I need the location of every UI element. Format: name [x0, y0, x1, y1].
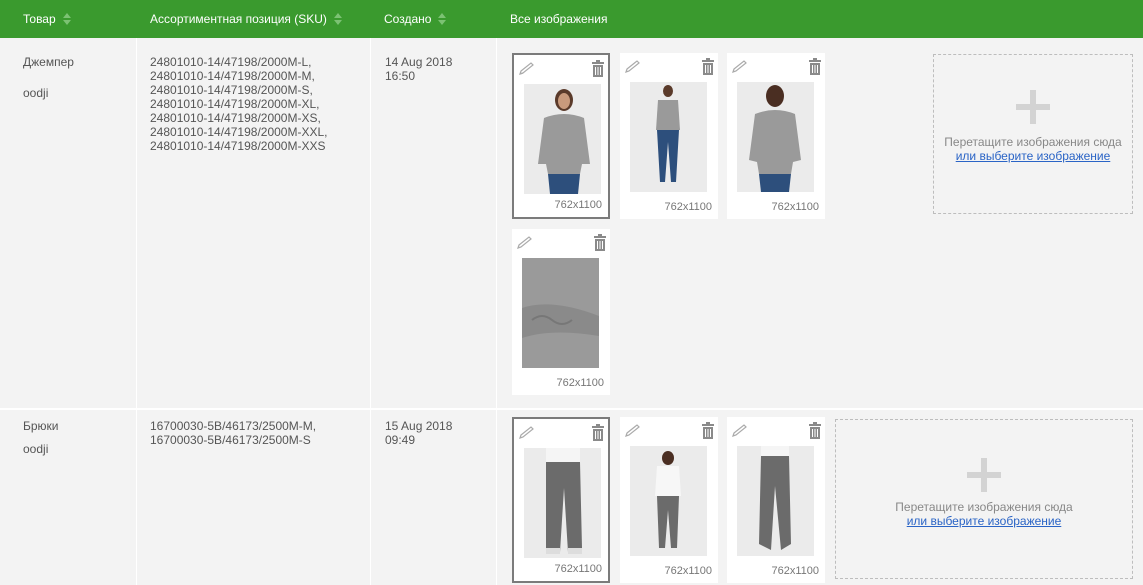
- image-dropzone[interactable]: Перетащите изображения сюда или выберите…: [933, 54, 1133, 214]
- plus-icon: [1016, 90, 1050, 124]
- plus-icon: [967, 458, 1001, 492]
- sku-item: 16700030-5B/46173/2500M-S: [150, 433, 311, 447]
- trash-icon[interactable]: [809, 58, 821, 75]
- created-time: 16:50: [385, 69, 416, 83]
- trash-icon[interactable]: [592, 60, 604, 77]
- image-card[interactable]: 762x1100: [512, 53, 610, 219]
- pencil-icon[interactable]: [518, 426, 538, 440]
- sku-item: 24801010-14/47198/2000M-XS,: [150, 111, 321, 125]
- sku-list: 24801010-14/47198/2000M-L, 24801010-14/4…: [150, 55, 327, 153]
- sku-item: 24801010-14/47198/2000M-S,: [150, 83, 313, 97]
- image-dimensions: 762x1100: [554, 199, 602, 211]
- column-header-sku[interactable]: Ассортиментная позиция (SKU): [150, 0, 342, 38]
- column-header-product-label: Товар: [23, 12, 56, 26]
- dropzone-text: Перетащите изображения сюда: [944, 135, 1122, 149]
- product-photo-joggers-side: [737, 446, 814, 556]
- table-row: Джемпер oodji 24801010-14/47198/2000M-L,…: [0, 38, 1143, 408]
- pencil-icon[interactable]: [731, 424, 751, 438]
- sku-item: 24801010-14/47198/2000M-M,: [150, 69, 315, 83]
- column-header-created-label: Создано: [384, 12, 432, 26]
- product-photo-jumper-front: [524, 84, 601, 194]
- pencil-icon[interactable]: [516, 236, 536, 250]
- product-photo-joggers-full: [630, 446, 707, 556]
- product-name: Джемпер: [23, 55, 74, 69]
- product-photo-joggers-front: [524, 448, 601, 558]
- sort-icon[interactable]: [333, 12, 342, 26]
- dropzone-select-link[interactable]: или выберите изображение: [956, 149, 1111, 163]
- pencil-icon[interactable]: [624, 424, 644, 438]
- image-dimensions: 762x1100: [664, 201, 712, 213]
- created-cell: 15 Aug 2018 09:49: [385, 419, 452, 447]
- sku-item: 24801010-14/47198/2000M-XXS: [150, 139, 326, 153]
- image-dropzone[interactable]: Перетащите изображения сюда или выберите…: [835, 419, 1133, 579]
- pencil-icon[interactable]: [624, 60, 644, 74]
- sku-list: 16700030-5B/46173/2500M-M, 16700030-5B/4…: [150, 419, 316, 447]
- trash-icon[interactable]: [594, 234, 606, 251]
- product-photo-fabric-detail: [522, 258, 599, 368]
- sku-item: 24801010-14/47198/2000M-XL,: [150, 97, 320, 111]
- sku-item: 24801010-14/47198/2000M-XXL,: [150, 125, 328, 139]
- image-card[interactable]: 762x1100: [512, 229, 610, 395]
- column-header-created[interactable]: Создано: [384, 0, 447, 38]
- column-header-product[interactable]: Товар: [23, 0, 71, 38]
- image-card[interactable]: 762x1100: [620, 53, 718, 219]
- sku-item: 24801010-14/47198/2000M-L,: [150, 55, 312, 69]
- dropzone-select-link[interactable]: или выберите изображение: [907, 514, 1062, 528]
- pencil-icon[interactable]: [518, 62, 538, 76]
- product-photo-jumper-back: [737, 82, 814, 192]
- product-name: Брюки: [23, 419, 59, 433]
- sort-icon[interactable]: [62, 12, 71, 26]
- column-header-sku-label: Ассортиментная позиция (SKU): [150, 12, 327, 26]
- trash-icon[interactable]: [702, 58, 714, 75]
- trash-icon[interactable]: [809, 422, 821, 439]
- image-card[interactable]: 762x1100: [512, 417, 610, 583]
- created-time: 09:49: [385, 433, 416, 447]
- column-header-images-label: Все изображения: [510, 12, 608, 26]
- image-dimensions: 762x1100: [771, 565, 819, 577]
- product-photo-jumper-full: [630, 82, 707, 192]
- trash-icon[interactable]: [702, 422, 714, 439]
- product-brand: oodji: [23, 442, 49, 456]
- created-date: 15 Aug 2018: [385, 419, 453, 433]
- sort-icon[interactable]: [438, 12, 447, 26]
- pencil-icon[interactable]: [731, 60, 751, 74]
- image-card[interactable]: 762x1100: [620, 417, 718, 583]
- image-dimensions: 762x1100: [556, 377, 604, 389]
- sku-item: 16700030-5B/46173/2500M-M,: [150, 419, 317, 433]
- image-dimensions: 762x1100: [771, 201, 819, 213]
- image-card[interactable]: 762x1100: [727, 417, 825, 583]
- product-brand: oodji: [23, 86, 49, 100]
- created-cell: 14 Aug 2018 16:50: [385, 55, 452, 83]
- image-card[interactable]: 762x1100: [727, 53, 825, 219]
- trash-icon[interactable]: [592, 424, 604, 441]
- image-dimensions: 762x1100: [554, 563, 602, 575]
- table-header: Товар Ассортиментная позиция (SKU) Созда…: [0, 0, 1143, 38]
- created-date: 14 Aug 2018: [385, 55, 453, 69]
- column-header-images: Все изображения: [510, 0, 608, 38]
- dropzone-text: Перетащите изображения сюда: [895, 500, 1073, 514]
- table-row: Брюки oodji 16700030-5B/46173/2500M-M, 1…: [0, 410, 1143, 585]
- image-dimensions: 762x1100: [664, 565, 712, 577]
